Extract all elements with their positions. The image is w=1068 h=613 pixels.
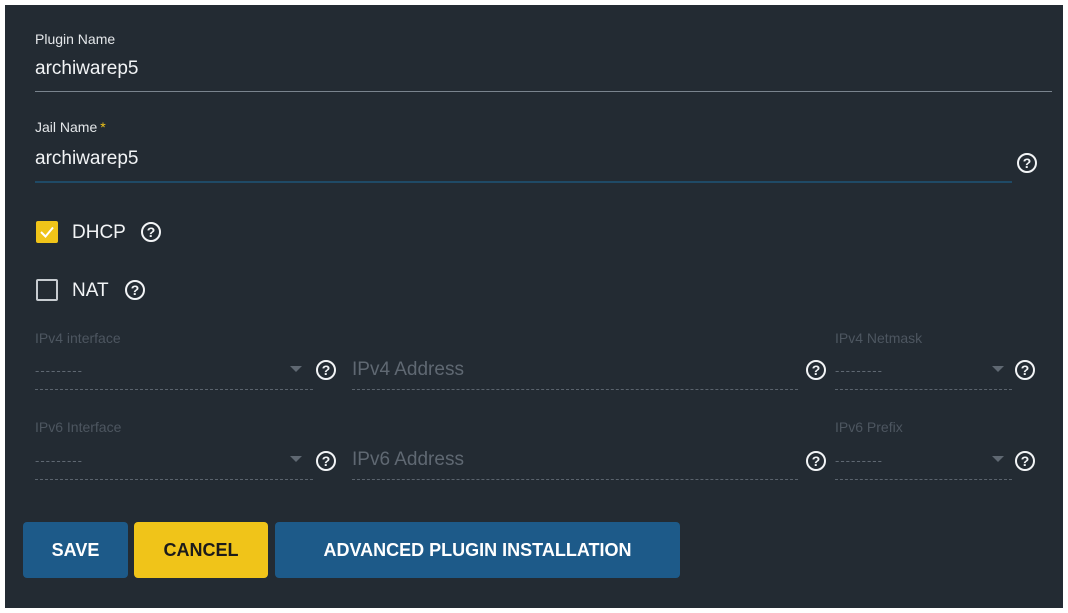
cancel-button[interactable]: CANCEL [134,522,268,578]
dhcp-checkbox[interactable] [36,221,58,243]
dhcp-help-icon[interactable]: ? [141,222,161,242]
dhcp-label[interactable]: DHCP [72,222,126,244]
plugin-name-label: Plugin Name [35,31,116,47]
advanced-plugin-installation-button[interactable]: ADVANCED PLUGIN INSTALLATION [275,522,680,578]
jail-name-underline [35,181,1012,183]
ipv4-address-underline [352,389,798,390]
jail-name-label: Jail Name * [35,119,106,135]
required-marker: * [100,119,106,135]
ipv6-prefix-select[interactable]: --------- [835,453,883,468]
ipv4-interface-underline [35,389,313,390]
ipv6-prefix-help-icon[interactable]: ? [1015,451,1035,471]
ipv4-interface-chevron-down-icon[interactable] [290,366,302,372]
ipv6-interface-chevron-down-icon[interactable] [290,456,302,462]
nat-label[interactable]: NAT [72,280,109,302]
ipv4-address-help-icon[interactable]: ? [806,360,826,380]
ipv4-address-input[interactable]: IPv4 Address [352,359,464,381]
ipv6-interface-label: IPv6 Interface [35,419,122,435]
ipv6-prefix-label: IPv6 Prefix [835,419,903,435]
ipv4-interface-label: IPv4 interface [35,330,121,346]
plugin-name-field[interactable]: archiwarep5 [35,58,139,80]
plugin-name-underline [35,91,1052,92]
ipv4-netmask-underline [835,389,1012,390]
nat-checkbox[interactable] [36,279,58,301]
ipv4-netmask-label: IPv4 Netmask [835,330,923,346]
ipv6-prefix-underline [835,479,1012,480]
ipv4-netmask-select[interactable]: --------- [835,363,883,378]
ipv6-prefix-chevron-down-icon[interactable] [992,456,1004,462]
ipv6-address-input[interactable]: IPv6 Address [352,449,464,471]
ipv4-netmask-chevron-down-icon[interactable] [992,366,1004,372]
save-button[interactable]: SAVE [23,522,128,578]
ipv4-interface-help-icon[interactable]: ? [316,360,336,380]
check-icon [40,226,54,238]
nat-help-icon[interactable]: ? [125,280,145,300]
jail-name-input[interactable]: archiwarep5 [35,148,139,170]
ipv4-interface-select[interactable]: --------- [35,363,83,378]
ipv6-interface-help-icon[interactable]: ? [316,451,336,471]
ipv6-interface-underline [35,479,313,480]
ipv4-netmask-help-icon[interactable]: ? [1015,360,1035,380]
ipv6-address-help-icon[interactable]: ? [806,451,826,471]
jail-name-help-icon[interactable]: ? [1017,153,1037,173]
plugin-install-form: Plugin Name archiwarep5 Jail Name * archi… [5,5,1063,608]
ipv6-address-underline [352,479,798,480]
ipv6-interface-select[interactable]: --------- [35,453,83,468]
